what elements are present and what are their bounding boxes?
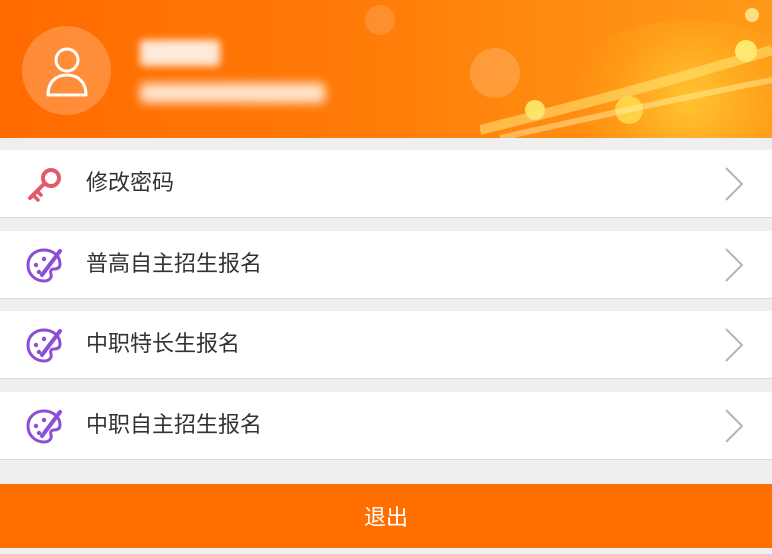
key-icon	[28, 168, 61, 202]
header-light-streak	[480, 45, 772, 138]
menu-item-general-high-school-signup[interactable]: 普高自主招生报名	[0, 231, 772, 299]
palette-icon	[26, 409, 62, 444]
menu-item-label: 修改密码	[86, 171, 175, 196]
logout-button[interactable]: 退出	[0, 484, 772, 548]
header-glow	[745, 8, 759, 22]
chevron-right-icon	[725, 167, 744, 201]
chevron-right-icon	[725, 248, 744, 282]
menu-item-vocational-independent-signup[interactable]: 中职自主招生报名	[0, 392, 772, 460]
palette-icon	[26, 248, 62, 283]
menu-item-change-password[interactable]: 修改密码	[0, 150, 772, 218]
chevron-right-icon	[725, 328, 744, 362]
menu-item-label: 中职自主招生报名	[86, 413, 263, 438]
chevron-right-icon	[725, 409, 744, 443]
user-icon	[46, 47, 87, 96]
menu-item-vocational-talent-signup[interactable]: 中职特长生报名	[0, 311, 772, 379]
profile-header	[0, 0, 772, 138]
logout-label: 退出	[363, 506, 408, 531]
header-glow	[365, 5, 395, 35]
menu-item-label: 中职特长生报名	[86, 332, 241, 357]
avatar[interactable]	[22, 26, 111, 115]
user-name-redacted	[140, 40, 220, 66]
user-info-redacted	[140, 83, 325, 103]
menu-item-label: 普高自主招生报名	[86, 252, 263, 277]
palette-icon	[26, 328, 62, 363]
